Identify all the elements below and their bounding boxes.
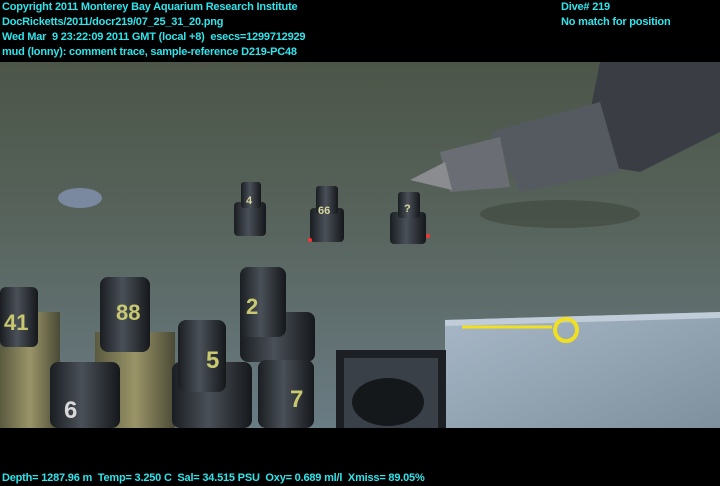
copyright-text: Copyright 2011 Monterey Bay Aquarium Res… xyxy=(2,1,298,13)
svg-text:?: ? xyxy=(404,203,411,215)
file-path-text: DocRicketts/2011/docr219/07_25_31_20.png xyxy=(2,16,224,28)
dive-number: Dive# 219 xyxy=(561,1,610,13)
telemetry-readout: Depth= 1287.96 m Temp= 3.250 C Sal= 34.5… xyxy=(2,472,425,484)
timestamp-text: Wed Mar 9 23:22:09 2011 GMT (local +8) e… xyxy=(2,31,306,43)
position-status: No match for position xyxy=(561,16,671,28)
seafloor-video-frame: 4 66 ? 41 88 2 5 6 7 xyxy=(0,62,720,428)
svg-text:7: 7 xyxy=(290,386,303,413)
svg-text:88: 88 xyxy=(116,300,140,325)
svg-text:6: 6 xyxy=(64,397,77,424)
svg-text:4: 4 xyxy=(246,195,253,207)
svg-text:41: 41 xyxy=(4,310,28,335)
svg-text:66: 66 xyxy=(318,205,330,217)
vehicle-frame xyxy=(336,350,446,428)
sea-creature xyxy=(58,188,102,208)
comment-text: mud (lonny): comment trace, sample-refer… xyxy=(2,46,297,58)
sample-box xyxy=(445,312,720,428)
svg-text:5: 5 xyxy=(206,347,219,374)
svg-text:2: 2 xyxy=(246,294,258,319)
